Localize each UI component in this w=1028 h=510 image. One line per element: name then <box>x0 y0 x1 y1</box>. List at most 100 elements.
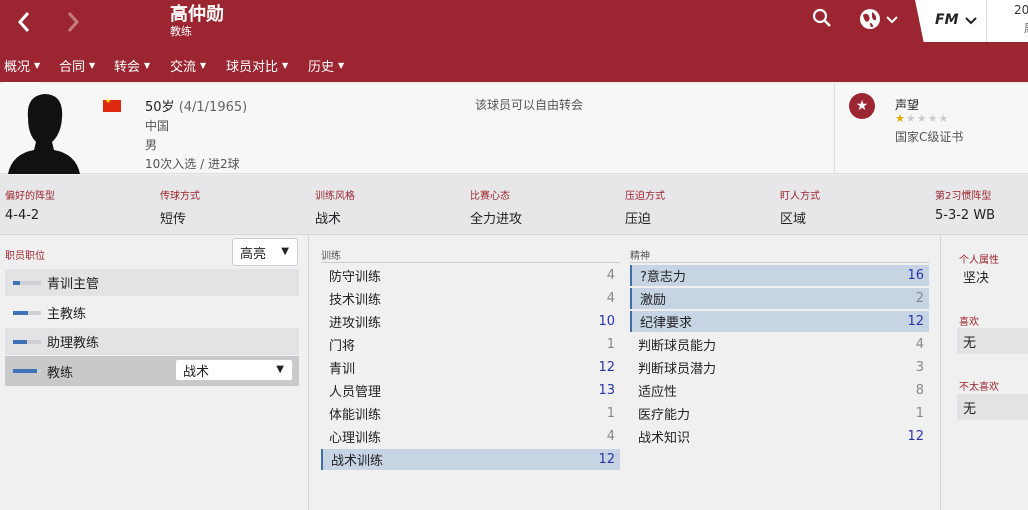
tactical-preferences: 偏好的阵型 4-4-2 传球方式 短传 训练风格 战术 比赛心态 全力进攻 压迫方式 压迫… <box>0 175 1028 235</box>
training-header: 训练 <box>321 251 341 262</box>
chevron-down-icon <box>886 16 898 24</box>
pref-label: 训练风格 <box>315 191 355 202</box>
date-of-birth: (4/1/1965) <box>178 100 248 115</box>
role-name: 教练 <box>47 365 74 381</box>
attribute-row[interactable]: 体能训练 1 <box>321 403 620 424</box>
attribute-name: 判断球员能力 <box>638 339 717 354</box>
empty-star-icon: ★★★★ <box>905 112 950 125</box>
training-attributes: 训练 防守训练 4 技术训练 4 进攻训练 10 门将 1 青训 12 人员管理 13 体能训练 1 心理训… <box>321 236 620 510</box>
role-row[interactable]: 主教练 <box>5 299 299 326</box>
attribute-row[interactable]: 人员管理 13 <box>321 380 620 401</box>
divider <box>834 84 835 174</box>
tab-interaction[interactable]: 交流 ▼ <box>170 56 206 75</box>
role-name: 青训主管 <box>47 277 100 292</box>
attribute-row[interactable]: 医疗能力 1 <box>630 403 929 424</box>
pref-formation: 偏好的阵型 4-4-2 <box>5 187 55 223</box>
tab-contract[interactable]: 合同 ▼ <box>59 56 95 75</box>
coach-focus-select[interactable]: 战术 ▼ <box>175 359 293 381</box>
attribute-row[interactable]: 战术训练 12 <box>321 449 620 470</box>
sub-nav: 概况 ▼ 合同 ▼ 转会 ▼ 交流 ▼ 球员对比 ▼ 历史 ▼ <box>0 48 1028 84</box>
staff-role: 教练 <box>170 25 192 38</box>
profile-header: 50岁 (4/1/1965) 中国 男 10次入选 / 进2球 该球员可以自由转… <box>0 84 1028 174</box>
role-level-bar <box>13 280 41 285</box>
attribute-row[interactable]: 心理训练 4 <box>321 426 620 447</box>
attribute-name: 人员管理 <box>329 385 382 400</box>
tab-compare[interactable]: 球员对比 ▼ <box>226 56 288 75</box>
personal-attr-value: 坚决 <box>963 270 990 286</box>
divider <box>321 262 620 263</box>
role-row[interactable]: 助理教练 <box>5 328 299 355</box>
tab-history[interactable]: 历史 ▼ <box>308 56 344 75</box>
pref-mentality: 比赛心态 全力进攻 <box>470 187 522 227</box>
dislikes-label: 不太喜欢 <box>959 382 999 393</box>
attribute-row[interactable]: 进攻训练 10 <box>321 311 620 332</box>
attribute-row[interactable]: 战术知识 12 <box>630 426 929 447</box>
pref-label: 偏好的阵型 <box>5 191 55 202</box>
attribute-value: 12 <box>907 314 924 329</box>
attribute-row[interactable]: 判断球员潜力 3 <box>630 357 929 378</box>
attribute-value: 4 <box>606 291 615 306</box>
likes-label: 喜欢 <box>959 317 979 328</box>
transfer-status: 该球员可以自由转会 <box>475 98 584 112</box>
pref-label: 压迫方式 <box>625 191 665 202</box>
chevron-down-icon: ▼ <box>338 61 345 70</box>
attribute-row[interactable]: 激励 2 <box>630 288 929 309</box>
attribute-value: 10 <box>598 314 615 329</box>
chevron-down-icon: ▼ <box>89 61 96 70</box>
staff-roles-panel: 职员职位 高亮 ▼ 青训主管 主教练 助理教练 教练 战术 ▼ <box>0 236 309 510</box>
role-row[interactable]: 教练 战术 ▼ <box>5 356 299 386</box>
attribute-row[interactable]: 纪律要求 12 <box>630 311 929 332</box>
attribute-row[interactable]: 适应性 8 <box>630 380 929 401</box>
chevron-down-icon: ▼ <box>34 61 41 70</box>
tab-label: 概况 <box>4 60 31 75</box>
staff-name: 高仲勋 <box>170 4 224 25</box>
roles-header: 职员职位 <box>5 251 45 262</box>
attribute-row[interactable]: ?意志力 16 <box>630 265 929 286</box>
attribute-name: 战术训练 <box>331 454 384 469</box>
search-button[interactable] <box>812 8 840 30</box>
attribute-value: 1 <box>915 406 924 421</box>
pref-value: 全力进攻 <box>470 212 523 227</box>
world-menu-button[interactable] <box>858 7 902 31</box>
dislikes-value: 无 <box>957 394 1028 420</box>
avatar <box>8 94 80 174</box>
role-row[interactable]: 青训主管 <box>5 269 299 296</box>
search-icon <box>812 8 831 27</box>
forward-button[interactable] <box>57 8 89 36</box>
pref-label: 盯人方式 <box>780 191 820 202</box>
date-display[interactable]: 20 周 <box>986 0 1028 42</box>
view-select[interactable]: 高亮 ▼ <box>232 238 298 266</box>
attribute-value: 13 <box>598 383 615 398</box>
tab-label: 历史 <box>308 60 335 75</box>
attribute-value: 1 <box>606 337 615 352</box>
attribute-name: 防守训练 <box>329 270 382 285</box>
attribute-name: 门将 <box>329 339 356 354</box>
pref-label: 第2习惯阵型 <box>935 191 992 202</box>
tab-transfer[interactable]: 转会 ▼ <box>114 56 150 75</box>
attribute-name: 医疗能力 <box>638 408 691 423</box>
role-name: 助理教练 <box>47 336 100 351</box>
role-level-fill <box>13 280 20 285</box>
view-select-value: 高亮 <box>240 246 267 262</box>
attribute-name: 纪律要求 <box>640 316 693 331</box>
chevron-down-icon <box>965 17 977 25</box>
back-button[interactable] <box>8 8 40 36</box>
tab-overview[interactable]: 概况 ▼ <box>4 56 41 84</box>
coach-focus-value: 战术 <box>183 364 210 380</box>
attribute-row[interactable]: 防守训练 4 <box>321 265 620 286</box>
attribute-name: 心理训练 <box>329 431 382 446</box>
fm-menu-button[interactable]: FM <box>915 0 987 42</box>
pref-passing: 传球方式 短传 <box>160 187 200 227</box>
attribute-row[interactable]: 青训 12 <box>321 357 620 378</box>
pref-pressing: 压迫方式 压迫 <box>625 187 665 227</box>
attribute-name: 进攻训练 <box>329 316 382 331</box>
nationality[interactable]: 中国 <box>145 117 169 134</box>
attribute-row[interactable]: 技术训练 4 <box>321 288 620 309</box>
tab-label: 转会 <box>114 60 141 75</box>
attribute-name: 战术知识 <box>638 431 691 446</box>
date-year: 20 <box>1014 3 1028 17</box>
attribute-row[interactable]: 判断球员能力 4 <box>630 334 929 355</box>
role-level-fill <box>13 310 29 315</box>
attribute-row[interactable]: 门将 1 <box>321 334 620 355</box>
attribute-name: 技术训练 <box>329 293 382 308</box>
